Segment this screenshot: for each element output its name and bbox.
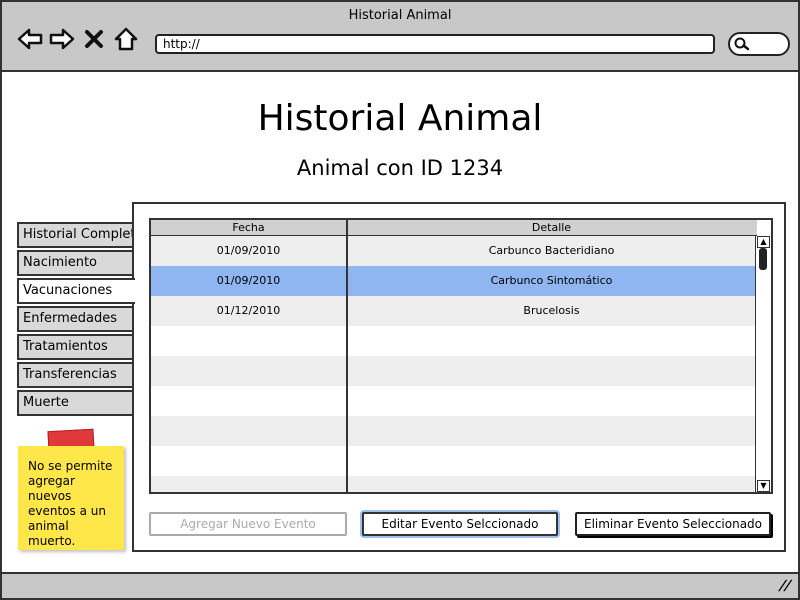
cell-detalle: Carbunco Sintomático: [490, 274, 613, 287]
scroll-down-arrow-icon[interactable]: ▼: [757, 480, 770, 492]
event-tabs: Historial Completo Nacimiento Vacunacion…: [17, 222, 135, 418]
table-row[interactable]: [151, 476, 757, 492]
table-row[interactable]: [151, 326, 757, 356]
tab-vacunaciones[interactable]: Vacunaciones: [17, 278, 135, 304]
table-body: 01/09/2010 Carbunco Bacteridiano 01/09/2…: [151, 236, 757, 492]
home-icon[interactable]: [112, 25, 140, 53]
table-header: Fecha Detalle: [151, 220, 757, 236]
window-title: Historial Animal: [348, 8, 452, 23]
table-row[interactable]: [151, 416, 757, 446]
browser-titlebar: Historial Animal http://: [2, 2, 798, 72]
cell-detalle: Brucelosis: [523, 304, 580, 317]
tab-muerte[interactable]: Muerte: [17, 390, 133, 416]
events-table: Fecha Detalle 01/09/2010 Carbunco Bacter…: [149, 218, 773, 494]
cell-fecha: 01/09/2010: [216, 244, 281, 257]
edit-event-button[interactable]: Editar Evento Selccionado: [362, 512, 558, 536]
tab-nacimiento[interactable]: Nacimiento: [17, 250, 133, 276]
nav-buttons: [16, 24, 144, 54]
column-divider: [346, 220, 348, 492]
add-event-button[interactable]: Agregar Nuevo Evento: [149, 512, 347, 536]
scroll-thumb[interactable]: [759, 248, 767, 270]
url-bar[interactable]: http://: [155, 34, 715, 54]
forward-arrow-icon[interactable]: [48, 25, 76, 53]
browser-statusbar: //: [2, 572, 798, 598]
close-icon[interactable]: [80, 25, 108, 53]
tab-panel: Fecha Detalle 01/09/2010 Carbunco Bacter…: [132, 202, 786, 552]
table-row-selected[interactable]: 01/09/2010 Carbunco Sintomático: [151, 266, 757, 296]
browser-search-field[interactable]: [728, 32, 790, 56]
table-row[interactable]: [151, 446, 757, 476]
sticky-note: No se permite agregar nuevos eventos a u…: [18, 446, 124, 550]
table-row[interactable]: [151, 386, 757, 416]
column-header-detalle[interactable]: Detalle: [346, 220, 757, 235]
table-row[interactable]: 01/12/2010 Brucelosis: [151, 296, 757, 326]
table-row[interactable]: 01/09/2010 Carbunco Bacteridiano: [151, 236, 757, 266]
browser-window: Historial Animal http:// Historial Anima…: [0, 0, 800, 600]
tab-tratamientos[interactable]: Tratamientos: [17, 334, 133, 360]
page-title: Historial Animal: [257, 98, 543, 139]
search-icon: [734, 37, 750, 51]
page-subtitle: Animal con ID 1234: [296, 156, 504, 180]
cell-fecha: 01/12/2010: [216, 304, 281, 317]
scroll-up-arrow-icon[interactable]: ▲: [757, 236, 770, 248]
table-row[interactable]: [151, 356, 757, 386]
column-header-fecha[interactable]: Fecha: [151, 220, 346, 235]
table-scrollbar[interactable]: ▲ ▼: [755, 236, 771, 492]
back-arrow-icon[interactable]: [16, 25, 44, 53]
delete-event-button[interactable]: Eliminar Evento Seleccionado: [575, 512, 771, 536]
tab-transferencias[interactable]: Transferencias: [17, 362, 133, 388]
cell-fecha: 01/09/2010: [216, 274, 281, 287]
tab-enfermedades[interactable]: Enfermedades: [17, 306, 133, 332]
tab-historial-completo[interactable]: Historial Completo: [17, 222, 133, 248]
cell-detalle: Carbunco Bacteridiano: [488, 244, 615, 257]
resize-grip-icon[interactable]: //: [777, 578, 793, 594]
